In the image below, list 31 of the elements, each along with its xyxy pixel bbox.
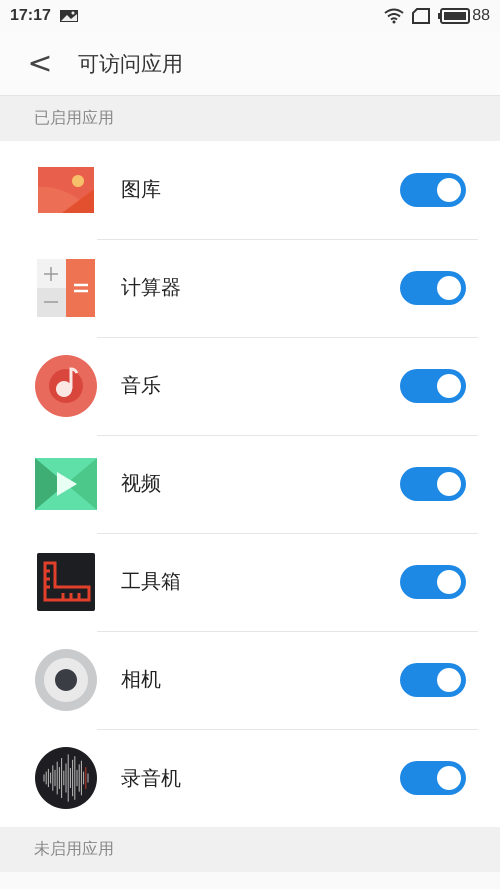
- section-header: 未启用应用: [0, 827, 500, 872]
- app-name: 计算器: [121, 274, 182, 301]
- ruler-icon: [37, 553, 95, 611]
- page-title: 可访问应用: [78, 50, 183, 78]
- sim-card-icon: [412, 8, 430, 24]
- toggle-switch[interactable]: [400, 564, 466, 598]
- toggle-switch[interactable]: [400, 270, 466, 304]
- app-name: 工具箱: [121, 568, 182, 595]
- battery-icon: [438, 8, 470, 24]
- toggle-switch[interactable]: [400, 172, 466, 206]
- toggle-switch[interactable]: [400, 368, 466, 402]
- back-button[interactable]: <: [26, 46, 54, 81]
- app-name: 音乐: [121, 372, 162, 399]
- gallery-icon: [38, 167, 94, 213]
- battery-level: 88: [472, 7, 490, 25]
- calculator-icon: [37, 259, 95, 317]
- app-name: 视频: [121, 470, 162, 497]
- wifi-icon: [384, 8, 404, 24]
- video-icon: [35, 458, 97, 510]
- camera-icon: [35, 649, 97, 711]
- app-name: 相机: [121, 666, 162, 693]
- app-name: 录音机: [121, 764, 182, 792]
- toggle-switch[interactable]: [400, 662, 466, 696]
- app-name: 图库: [121, 176, 162, 203]
- status-time: 17:17: [10, 7, 51, 25]
- sound-wave-icon: [35, 747, 97, 809]
- picture-notification-icon: [58, 9, 79, 23]
- section-header: 已启用应用: [0, 96, 500, 141]
- toggle-switch[interactable]: [400, 761, 466, 795]
- toggle-switch[interactable]: [400, 466, 466, 500]
- music-icon: [35, 355, 97, 417]
